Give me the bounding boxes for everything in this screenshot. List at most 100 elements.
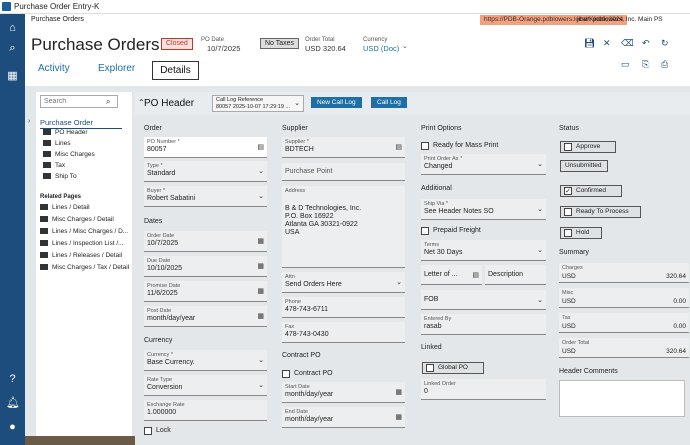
- related-label: Lines / Releases / Detail: [52, 252, 123, 259]
- attn-field[interactable]: Attn Send Orders Here ⌄: [282, 272, 405, 293]
- refresh-icon[interactable]: ↻: [661, 38, 669, 49]
- related-misc-charges-detail[interactable]: Misc Charges / Detail: [40, 216, 114, 223]
- help-icon[interactable]: ?: [6, 373, 19, 386]
- lookup-icon[interactable]: ▤: [257, 143, 264, 151]
- prepaid-freight-checkbox[interactable]: Prepaid Freight: [421, 225, 481, 236]
- linked-order-field: Linked Order 0: [421, 379, 546, 400]
- tab-activity[interactable]: Activity: [38, 63, 70, 81]
- exchange-rate-field[interactable]: Exchange Rate 1.000000: [144, 400, 267, 421]
- po-number-field[interactable]: PO Number * 80057 ▤: [144, 137, 267, 158]
- type-field[interactable]: Type * Standard ⌄: [144, 161, 267, 182]
- calendar-icon[interactable]: ▦: [257, 287, 264, 295]
- sidebar-item-tax[interactable]: Tax: [43, 162, 65, 169]
- related-lines-inspection[interactable]: Lines / Inspection List /...: [40, 240, 124, 247]
- address-line: B & D Technologies, Inc.: [285, 205, 362, 212]
- undo-icon[interactable]: ↶: [642, 38, 650, 49]
- lookup-icon[interactable]: ▤: [472, 271, 479, 279]
- related-lines-releases[interactable]: Lines / Releases / Detail: [40, 252, 122, 259]
- buyer-field[interactable]: Buyer * Robert Sabatini ⌄: [144, 186, 267, 207]
- tab-details[interactable]: Details: [152, 61, 199, 80]
- field-label: Rate Type: [147, 377, 172, 383]
- lookup-icon[interactable]: ▤: [395, 143, 402, 151]
- supplier-field[interactable]: Supplier * BDTECH ▤: [282, 137, 405, 158]
- related-lines-detail[interactable]: Lines / Detail: [40, 204, 90, 211]
- fax-field[interactable]: Fax 478-743-0430: [282, 322, 405, 343]
- contract-po-checkbox[interactable]: Contract PO: [282, 368, 333, 379]
- unsubmitted-badge: Unsubmitted: [560, 160, 608, 172]
- chevron-down-icon: ⌄: [537, 206, 543, 213]
- search-icon[interactable]: ⌕: [106, 97, 110, 107]
- call-log-reference-select[interactable]: Call Log Reference 80057 2025-10-07 17:2…: [212, 95, 304, 112]
- call-log-button[interactable]: Call Log: [371, 97, 407, 108]
- document-icon[interactable]: ▭: [621, 59, 630, 70]
- letter-of-credit-field[interactable]: Letter of ... ▤: [421, 265, 482, 285]
- sidebar-item-po-header[interactable]: PO Header: [43, 129, 88, 136]
- related-misc-tax-detail[interactable]: Misc Charges / Tax / Detail: [40, 264, 129, 271]
- currency-field[interactable]: Currency * Base Currency. ⌄: [144, 350, 267, 371]
- user-info[interactable]: jlhen pdblowers, Inc. Main PS: [577, 14, 663, 26]
- currency-display[interactable]: Currency USD (Doc): [363, 37, 399, 53]
- approve-checkbox[interactable]: Approve: [560, 141, 616, 153]
- print-icon[interactable]: ⎙: [661, 59, 668, 70]
- notifications-icon[interactable]: 🔔︎: [6, 397, 20, 410]
- end-date-field[interactable]: End Date month/day/year ▦: [282, 407, 405, 428]
- user-icon[interactable]: ●: [6, 421, 19, 434]
- table-icon: [43, 140, 51, 147]
- breadcrumb[interactable]: Purchase Orders: [31, 16, 84, 23]
- fob-field[interactable]: FOB ⌄: [421, 290, 546, 310]
- purchase-point-field[interactable]: Purchase Point: [282, 163, 405, 181]
- field-label: Attn: [285, 274, 295, 280]
- sidebar-item-ship-to[interactable]: Ship To: [43, 173, 77, 180]
- background-photo-strip: [25, 436, 135, 445]
- new-call-log-button[interactable]: New Call Log: [311, 97, 362, 108]
- close-icon[interactable]: ✕: [603, 38, 611, 49]
- sidebar-item-misc-charges[interactable]: Misc Charges: [43, 151, 95, 158]
- address-field[interactable]: Address B & D Technologies, Inc. P.O. Bo…: [282, 186, 405, 268]
- global-po-checkbox[interactable]: Global PO: [422, 362, 484, 374]
- search-icon[interactable]: ⌕: [6, 42, 19, 55]
- header-comments-textarea[interactable]: [559, 380, 685, 417]
- confirmed-checkbox[interactable]: ✓ Confirmed: [560, 185, 622, 197]
- promise-date-field[interactable]: Promise Date 11/6/2025 ▦: [144, 281, 267, 302]
- calendar-icon[interactable]: ▦: [257, 237, 264, 245]
- calendar-icon[interactable]: ▦: [395, 388, 402, 396]
- tax-badge: No Taxes: [260, 38, 300, 49]
- lock-checkbox[interactable]: Lock: [144, 425, 171, 436]
- po-date-value: 10/7/2025: [207, 44, 241, 53]
- field-value: 0: [424, 388, 428, 395]
- rate-type-field[interactable]: Rate Type Conversion ⌄: [144, 375, 267, 396]
- description-field[interactable]: Description: [485, 265, 546, 285]
- sidebar-section-purchase-order[interactable]: Purchase Order: [40, 118, 122, 129]
- terms-field[interactable]: Terms Net 30 Days ⌄: [421, 240, 546, 261]
- hold-checkbox[interactable]: Hold: [560, 227, 602, 239]
- post-date-field[interactable]: Post Date month/day/year ▦: [144, 306, 267, 327]
- field-label: Linked Order: [424, 381, 456, 387]
- checkbox-box: [144, 426, 152, 435]
- summary-currency: USD: [562, 298, 576, 305]
- start-date-field[interactable]: Start Date month/day/year ▦: [282, 382, 405, 403]
- ready-for-mass-print-checkbox[interactable]: Ready for Mass Print: [421, 140, 498, 151]
- save-icon[interactable]: 💾︎: [584, 38, 595, 49]
- calendar-icon[interactable]: ▦: [257, 312, 264, 320]
- related-lines-misc-charges[interactable]: Lines / Misc Charges / D...: [40, 228, 128, 235]
- calendar-icon[interactable]: ▦: [395, 413, 402, 421]
- order-date-field[interactable]: Order Date 10/7/2025 ▦: [144, 231, 267, 252]
- tab-explorer[interactable]: Explorer: [98, 63, 135, 81]
- ship-via-field[interactable]: Ship Via * See Header Notes SO ⌄: [421, 199, 546, 220]
- apps-grid-icon[interactable]: ▦: [6, 70, 19, 83]
- ready-to-process-checkbox[interactable]: Ready To Process: [560, 206, 641, 218]
- attachment-icon[interactable]: ⎘: [642, 59, 649, 70]
- clear-icon[interactable]: ⌫: [621, 38, 634, 49]
- sidebar-item-lines[interactable]: Lines: [43, 140, 71, 147]
- field-value: 478-743-6711: [285, 306, 329, 313]
- window-title-bar: Purchase Order Entry-K: [0, 0, 690, 14]
- home-icon[interactable]: ⌂: [6, 22, 19, 35]
- calendar-icon[interactable]: ▦: [257, 262, 264, 270]
- field-value: month/day/year: [147, 315, 196, 322]
- due-date-field[interactable]: Due Date 10/10/2025 ▦: [144, 256, 267, 277]
- chevron-down-icon[interactable]: ⌄: [402, 42, 408, 50]
- print-order-as-field[interactable]: Print Order As * Changed ⌄: [421, 154, 546, 175]
- phone-field[interactable]: Phone 478-743-6711: [282, 297, 405, 318]
- field-value: month/day/year: [285, 391, 334, 398]
- chevron-down-icon: ⌄: [537, 296, 543, 304]
